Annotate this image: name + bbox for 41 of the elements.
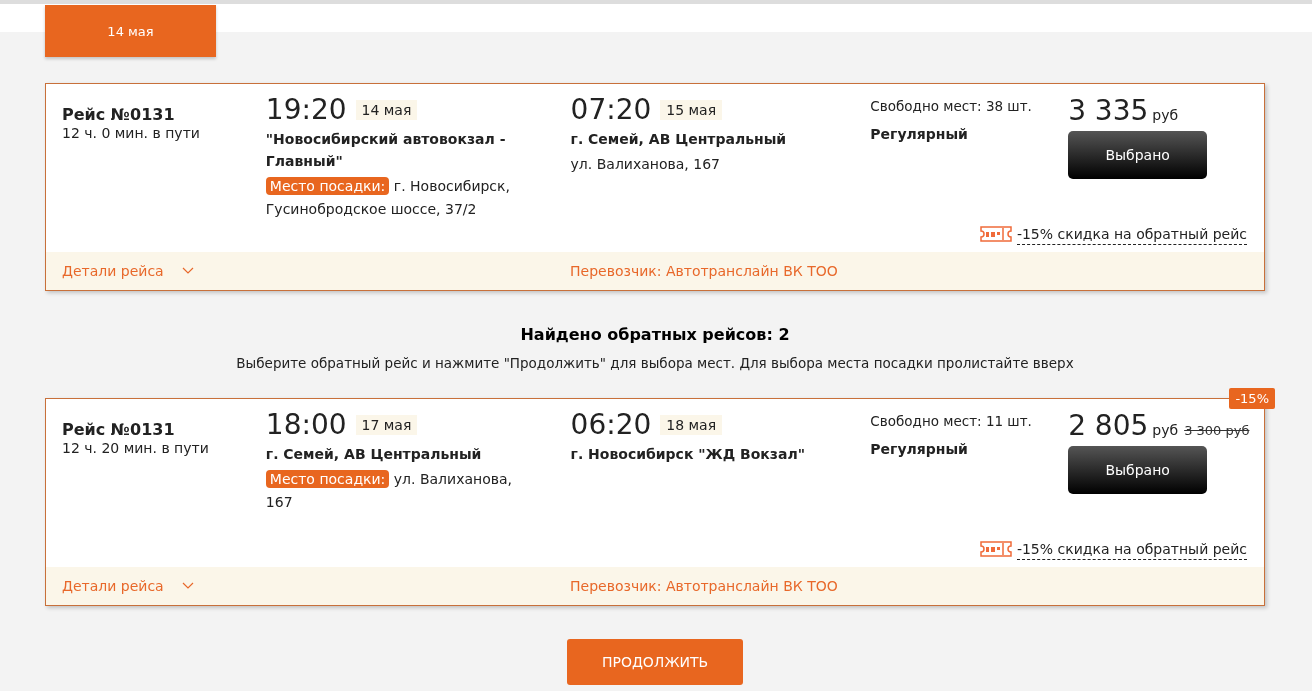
- trip-duration: 12 ч. 0 мин. в пути: [62, 125, 201, 141]
- return-trips-hint: Выберите обратный рейс и нажмите "Продолжить" для выбора мест. Для выбора места посадки пролистайте вверх: [235, 355, 1075, 371]
- chevron-down-icon: [181, 582, 194, 590]
- selected-button[interactable]: Выбрано: [1068, 131, 1208, 179]
- trip-type: Регулярный: [870, 441, 969, 457]
- return-discount-link[interactable]: -15% скидка на обратный рейс: [1016, 223, 1247, 245]
- departure-time: 18:00: [265, 409, 347, 441]
- trip-type: Регулярный: [870, 126, 969, 142]
- price: 2 805: [1068, 409, 1149, 442]
- arrival-date: 18 мая: [660, 415, 723, 435]
- currency: руб: [1152, 422, 1179, 438]
- arrival-time: 07:20: [570, 94, 652, 126]
- trip-duration: 12 ч. 20 мин. в пути: [62, 440, 210, 456]
- free-seats: Свободно мест: 11 шт.: [870, 413, 1069, 429]
- discount-badge: -15%: [1229, 388, 1275, 409]
- price: 3 335: [1068, 94, 1149, 127]
- boarding-place: Место посадки: ул. Валиханова, 167: [265, 469, 514, 512]
- arrival-address: ул. Валиханова, 167: [570, 155, 721, 174]
- carrier-name: Перевозчик: Автотранслайн ВК ТОО: [570, 263, 838, 279]
- discount-ticket-icon: [978, 225, 1013, 243]
- departure-date: 14 мая: [355, 100, 418, 120]
- old-price: 3 300 руб: [1184, 423, 1250, 438]
- currency: руб: [1152, 107, 1179, 123]
- boarding-place: Место посадки: г. Новосибирск, Гусинобродское шоссе, 37/2: [265, 176, 511, 219]
- chevron-down-icon: [181, 267, 194, 275]
- trip-number: Рейс №0131: [62, 420, 176, 439]
- discount-ticket-icon: [978, 540, 1013, 558]
- departure-date: 17 мая: [355, 415, 418, 435]
- departure-station: "Новосибирский автовокзал - Главный": [265, 130, 507, 171]
- return-trips-heading: Найдено обратных рейсов: 2: [519, 325, 791, 344]
- arrival-time: 06:20: [570, 409, 652, 441]
- return-discount-link[interactable]: -15% скидка на обратный рейс: [1016, 538, 1247, 560]
- arrival-station: г. Новосибирск "ЖД Вокзал": [570, 445, 806, 464]
- arrival-station: г. Семей, АВ Центральный: [570, 130, 788, 149]
- arrival-date: 15 мая: [660, 100, 723, 120]
- selected-button[interactable]: Выбрано: [1068, 446, 1208, 494]
- trip-number: Рейс №0131: [62, 105, 176, 124]
- carrier-name: Перевозчик: Автотранслайн ВК ТОО: [570, 578, 838, 594]
- free-seats: Свободно мест: 38 шт.: [870, 98, 1069, 114]
- departure-station: г. Семей, АВ Центральный: [265, 445, 483, 464]
- departure-time: 19:20: [265, 94, 347, 126]
